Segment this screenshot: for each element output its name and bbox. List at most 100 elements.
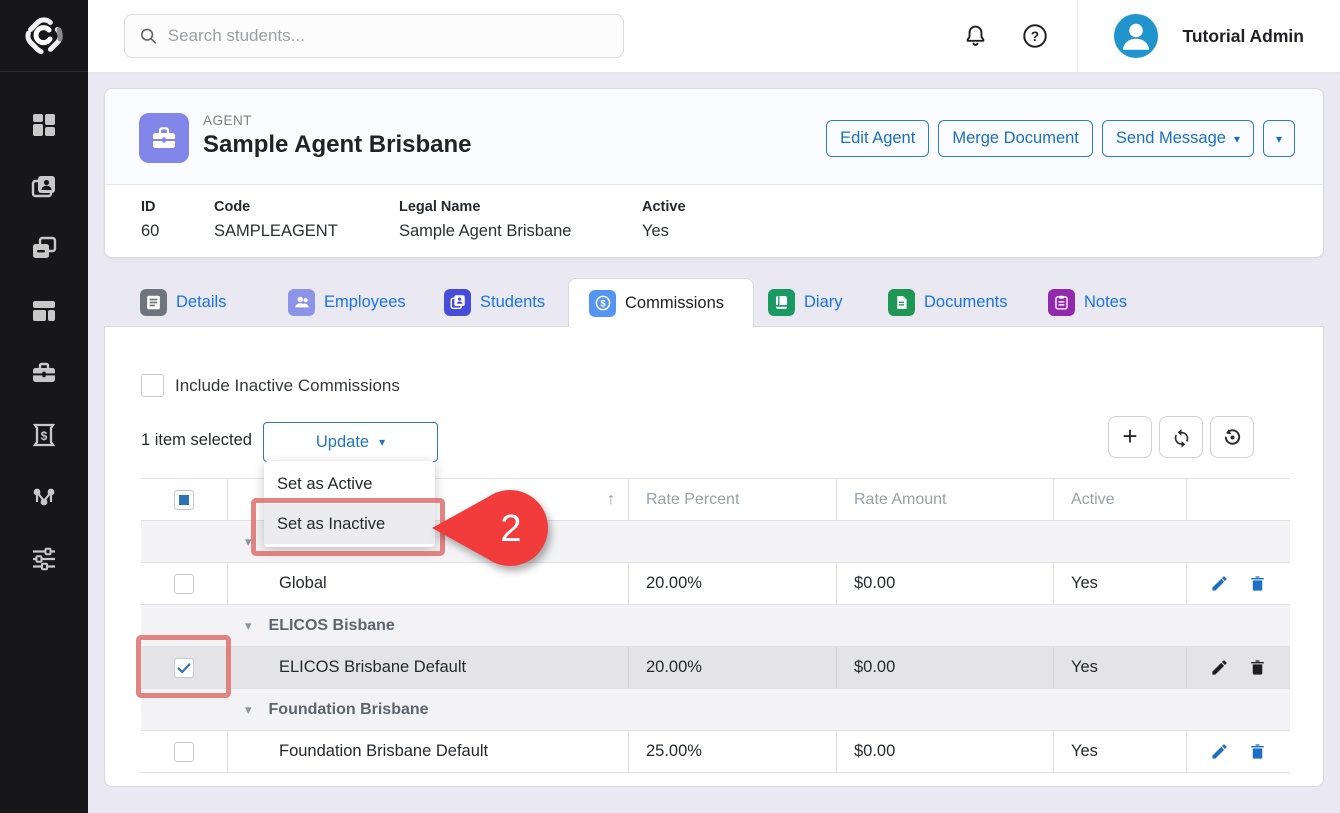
tab-label: Commissions bbox=[625, 294, 724, 313]
checkmark-icon bbox=[175, 659, 193, 677]
field-label: Active bbox=[642, 199, 686, 215]
tab-commissions[interactable]: $ Commissions bbox=[568, 278, 754, 327]
tab-employees[interactable]: Employees bbox=[288, 278, 406, 326]
sidebar-item-settings[interactable] bbox=[22, 544, 66, 574]
topbar-right: ? Tutorial Admin bbox=[955, 0, 1340, 72]
column-header-rate-amount[interactable]: Rate Amount bbox=[837, 479, 1054, 520]
svg-text:$: $ bbox=[41, 429, 48, 443]
notifications-button[interactable] bbox=[955, 16, 995, 56]
group-name: Foundation Brisbane bbox=[269, 701, 429, 719]
search-box[interactable] bbox=[124, 14, 624, 58]
active-value: Yes bbox=[1054, 731, 1187, 772]
column-header-actions bbox=[1187, 479, 1290, 520]
collapse-icon[interactable]: ▾ bbox=[245, 618, 252, 634]
entity-type-label: AGENT bbox=[203, 113, 252, 128]
agent-tabs: Details Employees Students $ Commissions… bbox=[104, 278, 1324, 327]
selection-toolbar: 1 item selected Update ▾ + bbox=[141, 422, 1289, 462]
employees-icon bbox=[288, 289, 315, 316]
rate-percent: 20.00% bbox=[629, 647, 837, 688]
sidebar-item-finance[interactable]: $ bbox=[22, 420, 66, 450]
rate-percent: 20.00% bbox=[629, 563, 837, 604]
collapse-icon[interactable]: ▾ bbox=[245, 702, 252, 718]
sliders-icon bbox=[30, 545, 58, 573]
edit-icon[interactable] bbox=[1210, 742, 1229, 761]
menu-item-set-as-active[interactable]: Set as Active bbox=[264, 464, 435, 504]
select-all-checkbox[interactable] bbox=[174, 490, 194, 510]
svg-text:$: $ bbox=[600, 299, 606, 310]
delete-icon[interactable] bbox=[1248, 574, 1267, 593]
person-icon bbox=[1114, 14, 1158, 58]
row-checkbox[interactable] bbox=[174, 574, 194, 594]
tab-diary[interactable]: Diary bbox=[768, 278, 843, 326]
row-checkbox[interactable] bbox=[174, 742, 194, 762]
user-name: Tutorial Admin bbox=[1182, 26, 1304, 47]
field-value: SAMPLEAGENT bbox=[214, 222, 338, 241]
briefcase-icon bbox=[30, 359, 58, 387]
field-label: Code bbox=[214, 199, 338, 215]
diary-icon bbox=[768, 289, 795, 316]
edit-agent-button[interactable]: Edit Agent bbox=[826, 120, 929, 157]
column-header-rate-percent[interactable]: Rate Percent bbox=[629, 479, 837, 520]
sidebar-item-courses[interactable] bbox=[22, 234, 66, 264]
refresh-button[interactable] bbox=[1159, 416, 1203, 458]
history-button[interactable] bbox=[1210, 416, 1254, 458]
table-row[interactable]: Foundation Brisbane Default 25.00% $0.00… bbox=[141, 731, 1290, 773]
network-icon bbox=[30, 483, 58, 511]
delete-icon[interactable] bbox=[1248, 658, 1267, 677]
commissions-icon: $ bbox=[589, 290, 616, 317]
row-checkbox-checked[interactable] bbox=[174, 658, 194, 678]
include-inactive-label: Include Inactive Commissions bbox=[175, 376, 400, 396]
rate-amount: $0.00 bbox=[837, 647, 1054, 688]
edit-icon[interactable] bbox=[1210, 574, 1229, 593]
column-header-active[interactable]: Active bbox=[1054, 479, 1187, 520]
courses-icon bbox=[30, 235, 58, 263]
search-input[interactable] bbox=[168, 26, 609, 46]
group-row: ▾ Foundation Brisbane bbox=[141, 689, 1290, 731]
avatar bbox=[1114, 14, 1158, 58]
field-value: Sample Agent Brisbane bbox=[399, 222, 571, 241]
more-actions-button[interactable]: ▾ bbox=[1263, 120, 1295, 157]
sidebar-item-students[interactable] bbox=[22, 172, 66, 202]
app-root: $ bbox=[0, 0, 1340, 813]
history-icon bbox=[1221, 426, 1244, 449]
layout-icon bbox=[30, 297, 58, 325]
sidebar-item-network[interactable] bbox=[22, 482, 66, 512]
menu-item-set-as-inactive[interactable]: Set as Inactive bbox=[264, 504, 435, 544]
add-commission-button[interactable]: + bbox=[1108, 416, 1152, 458]
sidebar: $ bbox=[0, 0, 88, 813]
field-value: 60 bbox=[141, 222, 159, 241]
app-logo-icon bbox=[21, 13, 67, 59]
tab-students[interactable]: Students bbox=[444, 278, 545, 326]
help-button[interactable]: ? bbox=[1015, 16, 1055, 56]
app-logo[interactable] bbox=[0, 0, 88, 72]
edit-icon[interactable] bbox=[1210, 658, 1229, 677]
collapse-icon[interactable]: ▾ bbox=[245, 534, 252, 550]
update-dropdown-menu: Set as Active Set as Inactive bbox=[264, 461, 435, 547]
update-dropdown-button[interactable]: Update ▾ bbox=[263, 422, 438, 462]
field-label: Legal Name bbox=[399, 199, 571, 215]
tab-notes[interactable]: Notes bbox=[1048, 278, 1127, 326]
profile-menu[interactable]: Tutorial Admin bbox=[1078, 14, 1340, 58]
tab-label: Notes bbox=[1084, 293, 1127, 312]
sidebar-item-dashboard[interactable] bbox=[22, 110, 66, 140]
invoice-dollar-icon: $ bbox=[30, 421, 58, 449]
field-label: ID bbox=[141, 199, 159, 215]
sort-ascending-icon[interactable]: ↑ bbox=[607, 491, 615, 509]
table-row-selected[interactable]: ELICOS Brisbane Default 20.00% $0.00 Yes bbox=[141, 647, 1290, 689]
sidebar-item-reports[interactable] bbox=[22, 296, 66, 326]
svg-text:?: ? bbox=[1031, 29, 1039, 44]
include-inactive-checkbox[interactable] bbox=[141, 374, 164, 397]
page-title: Sample Agent Brisbane bbox=[203, 131, 472, 159]
table-row[interactable]: Global 20.00% $0.00 Yes bbox=[141, 563, 1290, 605]
agent-header: AGENT Sample Agent Brisbane Edit Agent M… bbox=[105, 89, 1323, 185]
delete-icon[interactable] bbox=[1248, 742, 1267, 761]
send-message-button[interactable]: Send Message▾ bbox=[1102, 120, 1254, 157]
field-value: Yes bbox=[642, 222, 686, 241]
rate-amount: $0.00 bbox=[837, 731, 1054, 772]
tab-documents[interactable]: Documents bbox=[888, 278, 1007, 326]
agent-summary-card: AGENT Sample Agent Brisbane Edit Agent M… bbox=[104, 88, 1324, 258]
dashboard-icon bbox=[30, 111, 58, 139]
merge-document-button[interactable]: Merge Document bbox=[938, 120, 1093, 157]
tab-details[interactable]: Details bbox=[140, 278, 226, 326]
sidebar-item-agents[interactable] bbox=[22, 358, 66, 388]
